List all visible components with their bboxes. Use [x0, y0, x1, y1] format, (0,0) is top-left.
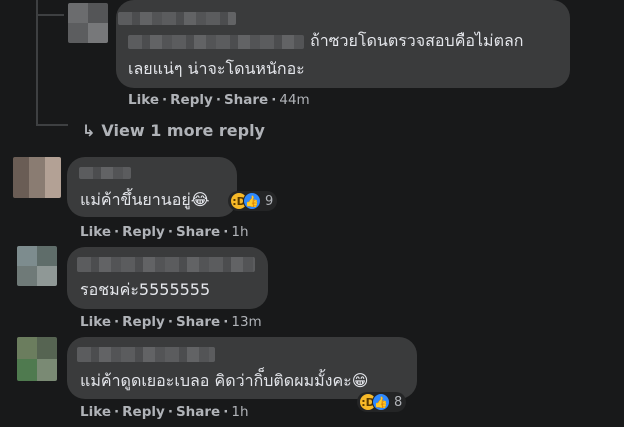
like-reaction-icon: 👍 [243, 192, 261, 210]
comment-bubble: ถ้าซวยโดนตรวจสอบคือไม่ตลก เลยแน่ๆ น่าจะโ… [116, 0, 570, 88]
avatar[interactable] [13, 157, 61, 198]
share-link[interactable]: Share [176, 224, 220, 240]
timestamp[interactable]: 13m [231, 314, 261, 330]
share-link[interactable]: Share [176, 314, 220, 330]
comment-bubble: รอชมค่ะ5555555 [67, 247, 268, 309]
comment-text-line2: เลยแน่ๆ น่าจะโดนหนักอะ [128, 59, 305, 78]
mention-blurred[interactable] [128, 35, 304, 49]
commenter-name[interactable] [118, 12, 236, 25]
like-link[interactable]: Like [80, 404, 111, 420]
thread-line-branch [36, 14, 64, 16]
comment-actions: Like · Reply · Share · 44m [128, 92, 310, 108]
like-link[interactable]: Like [80, 314, 111, 330]
thread-line-vertical [36, 0, 38, 126]
reply-link[interactable]: Reply [122, 224, 165, 240]
reaction-summary[interactable]: :D 👍 9 [228, 191, 278, 211]
commenter-name[interactable] [77, 347, 215, 362]
view-more-replies-button[interactable]: ↳ View 1 more reply [82, 121, 265, 140]
reaction-summary[interactable]: :D 👍 8 [357, 392, 407, 412]
avatar[interactable] [17, 337, 57, 381]
share-link[interactable]: Share [224, 92, 268, 108]
like-link[interactable]: Like [80, 224, 111, 240]
reaction-count: 9 [265, 193, 274, 209]
commenter-name[interactable] [79, 167, 131, 179]
like-reaction-icon: 👍 [372, 393, 390, 411]
comment-text-line1: ถ้าซวยโดนตรวจสอบคือไม่ตลก [310, 31, 524, 50]
comment-text: แม่ค้าดูดเยอะเบลอ คิดว่ากิ็บติดผมมั้งคะ😁 [80, 371, 369, 390]
reply-link[interactable]: Reply [170, 92, 213, 108]
avatar[interactable] [68, 3, 108, 43]
comment-text: แม่ค้าขึ้นยานอยู่😂 [80, 190, 210, 209]
reply-link[interactable]: Reply [122, 404, 165, 420]
avatar[interactable] [17, 246, 57, 286]
timestamp[interactable]: 1h [231, 404, 248, 420]
timestamp[interactable]: 44m [279, 92, 309, 108]
reply-arrow-icon: ↳ [82, 121, 96, 140]
like-link[interactable]: Like [128, 92, 159, 108]
view-more-label: View 1 more reply [101, 121, 265, 140]
reaction-count: 8 [394, 394, 403, 410]
thread-line-horizontal [36, 124, 68, 126]
reply-link[interactable]: Reply [122, 314, 165, 330]
comment-actions: Like · Reply · Share · 1h [80, 224, 249, 240]
commenter-name[interactable] [77, 257, 255, 272]
comment-bubble: แม่ค้าดูดเยอะเบลอ คิดว่ากิ็บติดผมมั้งคะ😁 [67, 337, 417, 399]
share-link[interactable]: Share [176, 404, 220, 420]
comment-bubble: แม่ค้าขึ้นยานอยู่😂 [67, 157, 237, 217]
comment-actions: Like · Reply · Share · 1h [80, 404, 249, 420]
comment-text: รอชมค่ะ5555555 [80, 280, 211, 299]
comment-actions: Like · Reply · Share · 13m [80, 314, 262, 330]
timestamp[interactable]: 1h [231, 224, 248, 240]
